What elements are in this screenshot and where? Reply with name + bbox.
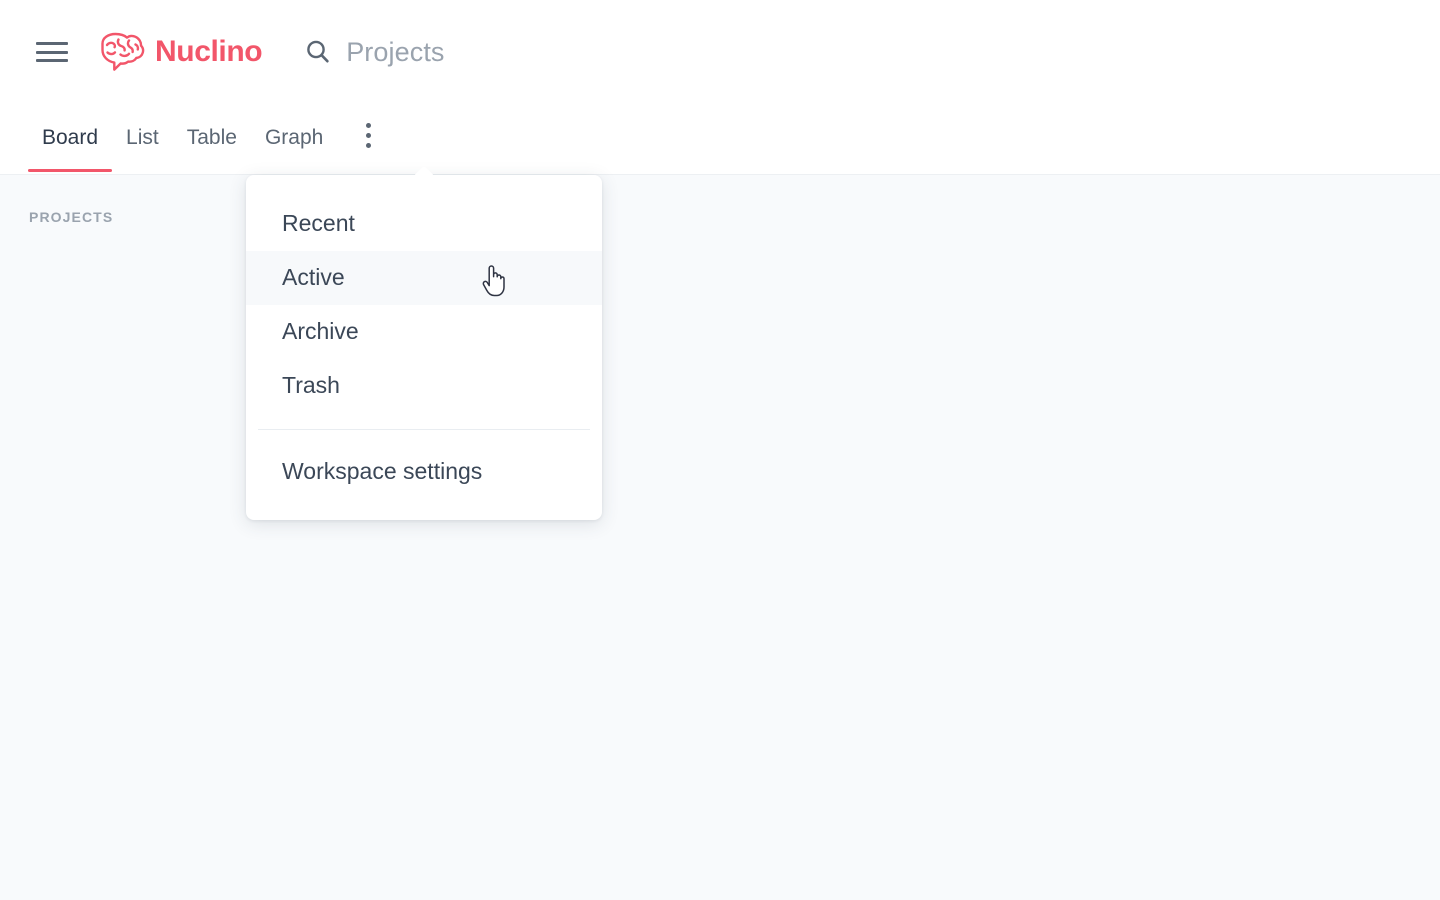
hamburger-line [36, 50, 68, 54]
tab-table-label: Table [186, 126, 237, 149]
tab-board[interactable]: Board [28, 104, 113, 172]
brand-logo[interactable]: Nuclino [96, 31, 263, 73]
menu-item-archive[interactable]: Archive [246, 305, 602, 359]
hamburger-menu-icon[interactable] [36, 40, 68, 64]
workspace-dropdown-menu: Recent Active Archive Trash Workspace se… [246, 175, 602, 521]
tab-list[interactable]: List [112, 104, 173, 172]
tab-graph-label: Graph [264, 126, 324, 149]
search-box[interactable]: Projects [304, 37, 444, 68]
kebab-dot [365, 132, 371, 138]
tab-table[interactable]: Table [173, 104, 251, 172]
sidebar: PROJECTS [0, 175, 246, 900]
menu-divider [258, 429, 590, 431]
search-icon [307, 40, 329, 63]
menu-item-active-label: Active [282, 264, 345, 291]
menu-item-workspace-settings[interactable]: Workspace settings [246, 445, 602, 499]
view-tabs: Board List Table Graph [0, 104, 1440, 175]
app-root: Nuclino Projects Board List Table Graph [0, 0, 1440, 900]
tab-list-label: List [126, 126, 159, 149]
brand-name: Nuclino [155, 35, 263, 68]
kebab-vertical-icon[interactable] [349, 104, 387, 170]
top-header: Nuclino Projects [0, 0, 1440, 104]
menu-caret [415, 167, 433, 176]
search-input[interactable]: Projects [346, 37, 444, 68]
kebab-dot [365, 122, 371, 128]
kebab-dot [365, 142, 371, 148]
sidebar-section-title: PROJECTS [29, 209, 114, 225]
hamburger-line [36, 59, 68, 62]
tab-board-label: Board [42, 126, 99, 149]
menu-item-trash[interactable]: Trash [246, 359, 602, 413]
menu-item-recent[interactable]: Recent [246, 197, 602, 251]
menu-item-workspace-settings-label: Workspace settings [282, 458, 483, 485]
nuclino-brain-logo-icon [101, 32, 145, 71]
menu-item-trash-label: Trash [282, 372, 340, 399]
tab-graph[interactable]: Graph [251, 104, 337, 172]
menu-item-recent-label: Recent [282, 210, 355, 236]
hamburger-line [36, 42, 68, 45]
menu-item-archive-label: Archive [282, 318, 359, 345]
menu-item-active[interactable]: Active [246, 251, 602, 306]
